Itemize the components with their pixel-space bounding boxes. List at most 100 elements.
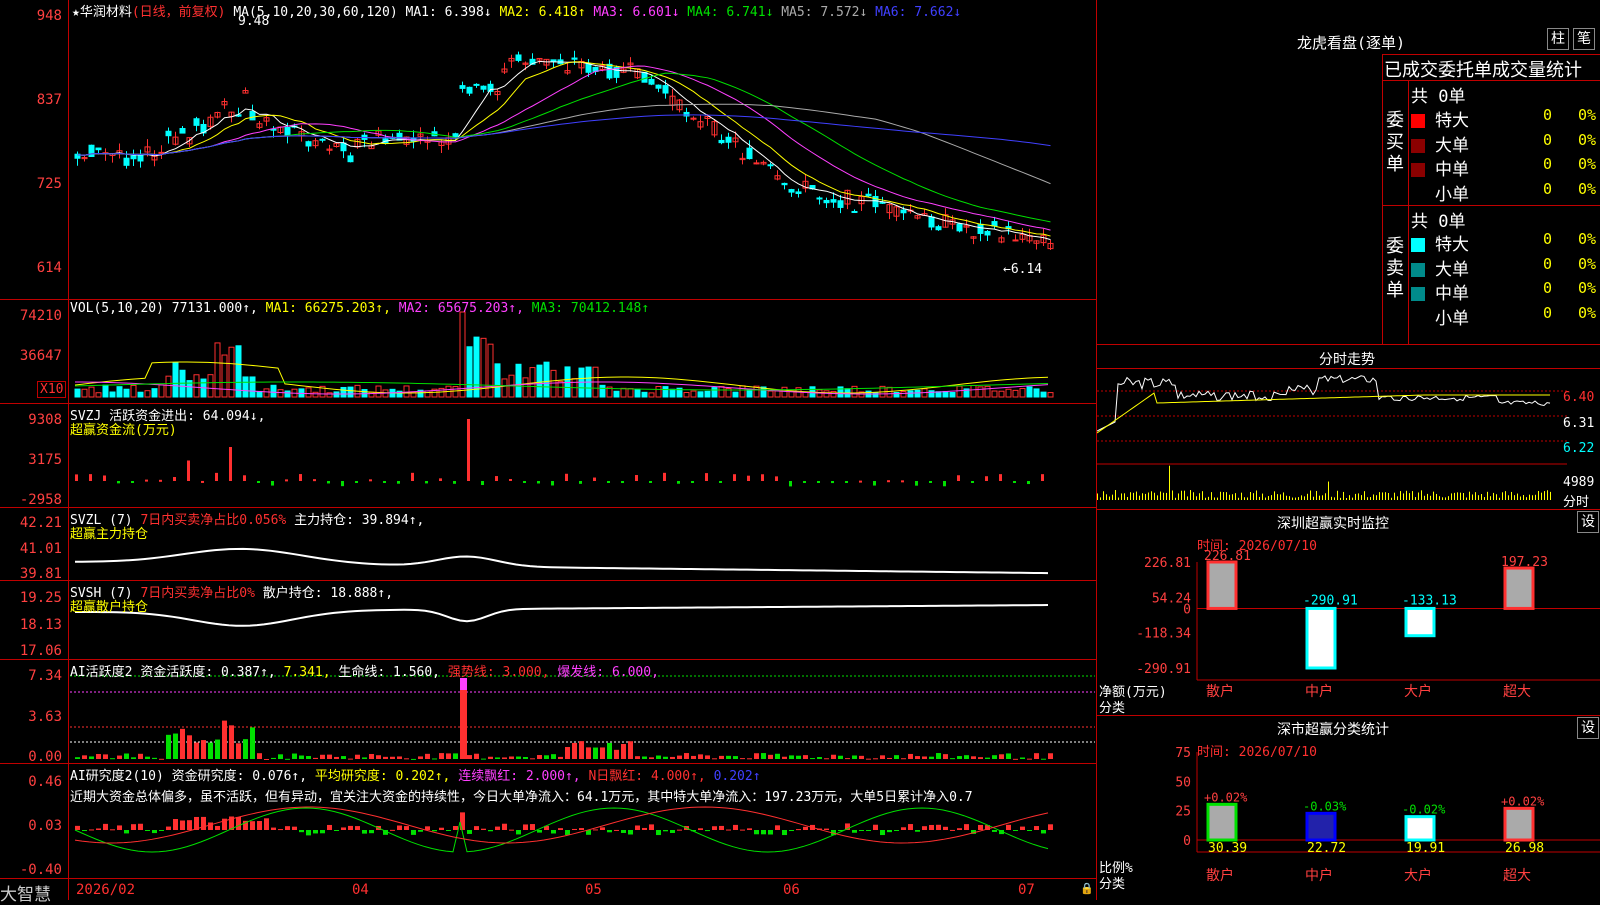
volume-bar	[851, 385, 858, 398]
activity-bar	[166, 734, 171, 759]
research-bar	[362, 830, 367, 834]
research-bar	[747, 828, 752, 830]
research-bar	[180, 820, 185, 830]
research-bar	[495, 826, 500, 830]
candle	[655, 84, 662, 89]
activity-bar	[551, 754, 556, 759]
intraday-vol-bar	[1271, 495, 1272, 500]
activity-bar	[243, 739, 248, 759]
volume-bar	[998, 390, 1005, 398]
candle	[683, 111, 690, 117]
intraday-vol-bar	[1382, 492, 1383, 500]
research-bar	[775, 825, 780, 830]
activity-bar	[453, 753, 458, 759]
activity-bar	[194, 742, 199, 759]
svzj-tick-1: 3175	[28, 452, 62, 468]
research-bar	[299, 830, 304, 833]
ai2-act: 资金活跃度: 0.387↑,	[140, 665, 276, 680]
research-bar	[558, 828, 563, 830]
volume-bar	[165, 375, 172, 398]
activity-bar	[516, 756, 521, 759]
class-bar-value: 22.72	[1307, 841, 1346, 856]
intraday-vol-bar	[1469, 491, 1470, 500]
intraday-vol-bar	[1325, 493, 1326, 500]
flow-bar	[747, 475, 750, 481]
research-bar	[390, 829, 395, 831]
research-bar	[768, 830, 773, 835]
activity-bar	[691, 755, 696, 759]
volume-bar	[1047, 392, 1054, 398]
research-bar	[677, 829, 682, 831]
lock-icon[interactable]: 🔒	[1080, 882, 1094, 895]
intraday-vol-bar	[1097, 493, 1098, 500]
tick-view-button[interactable]: 笔	[1573, 28, 1595, 50]
activity-bar	[131, 757, 136, 759]
sell-color-swatch	[1411, 287, 1425, 301]
activity-bar	[495, 757, 500, 759]
main-chart-area[interactable]: ★华润材料(日线，前复权) MA(5,10,20,30,60,120) MA1:…	[0, 0, 1097, 905]
intraday-vol-bar	[1466, 497, 1467, 500]
intraday-vol-bar	[1238, 497, 1239, 500]
intraday-chart[interactable]	[1097, 369, 1567, 509]
research-bar	[754, 830, 759, 835]
intraday-vol-bar	[1433, 491, 1434, 500]
activity-bar	[1020, 757, 1025, 759]
intraday-vol-bar	[1280, 494, 1281, 500]
candle	[725, 136, 732, 143]
activity-bar	[985, 757, 990, 759]
activity-bar	[992, 755, 997, 759]
intraday-vol-bar	[1196, 496, 1197, 500]
activity-bar	[656, 755, 661, 759]
flow-bar	[999, 474, 1002, 481]
buy-count: 0	[1543, 179, 1553, 198]
volume-bar	[704, 390, 711, 398]
class-bar-value: 30.39	[1208, 841, 1247, 856]
vol-tick-1: 36647	[19, 348, 62, 364]
research-bar	[110, 829, 115, 831]
volume-bar	[641, 391, 648, 398]
activity-bar	[159, 758, 164, 760]
activity-bar	[852, 755, 857, 759]
intraday-vol-bar	[1439, 496, 1440, 500]
activity-bar	[845, 758, 850, 760]
research-bar	[859, 830, 864, 831]
class-category-label: 大户	[1404, 867, 1432, 884]
intraday-vol-bar	[1130, 492, 1131, 500]
flow-bar	[439, 478, 442, 481]
research-bar	[600, 827, 605, 830]
research-bar	[803, 826, 808, 830]
x-date-4: 07	[1018, 882, 1035, 898]
volume-bar	[620, 387, 627, 398]
flow-bar	[649, 481, 652, 483]
intraday-vol-bar	[1361, 495, 1362, 500]
ai2-life: 生命线: 1.560,	[338, 665, 441, 680]
star-icon[interactable]: ★	[72, 5, 80, 20]
sell-row: 特大 0 0%	[1411, 230, 1600, 255]
ai-res-last: 0.202↑	[713, 769, 761, 784]
volume-bar	[172, 362, 179, 398]
low-price-note: ←6.14	[1003, 262, 1043, 277]
intraday-vol-bar	[1154, 492, 1155, 500]
intraday-vol-bar	[1313, 496, 1314, 500]
volume-bar	[116, 386, 123, 398]
research-bar	[1048, 824, 1053, 830]
bar-view-button[interactable]: 柱	[1547, 28, 1569, 50]
candle	[249, 110, 256, 121]
class-y-tick: 75	[1175, 746, 1191, 761]
flow-bar	[677, 481, 680, 484]
intraday-vol-bar	[1328, 481, 1329, 500]
monitor-bar	[1305, 606, 1337, 670]
activity-bar	[446, 753, 451, 759]
research-bar	[866, 830, 871, 831]
candle	[158, 151, 165, 154]
activity-bar	[1006, 753, 1011, 759]
research-bar	[726, 829, 731, 831]
research-bar	[348, 825, 353, 830]
volume-bar	[277, 389, 284, 398]
research-bar	[474, 826, 479, 830]
activity-bar	[355, 754, 360, 759]
volume-bar	[1033, 388, 1040, 398]
period-label[interactable]: (日线，前复权)	[132, 5, 226, 20]
intraday-vol-bar	[1133, 492, 1134, 500]
ma1-value: MA1: 6.398↓	[405, 5, 492, 20]
